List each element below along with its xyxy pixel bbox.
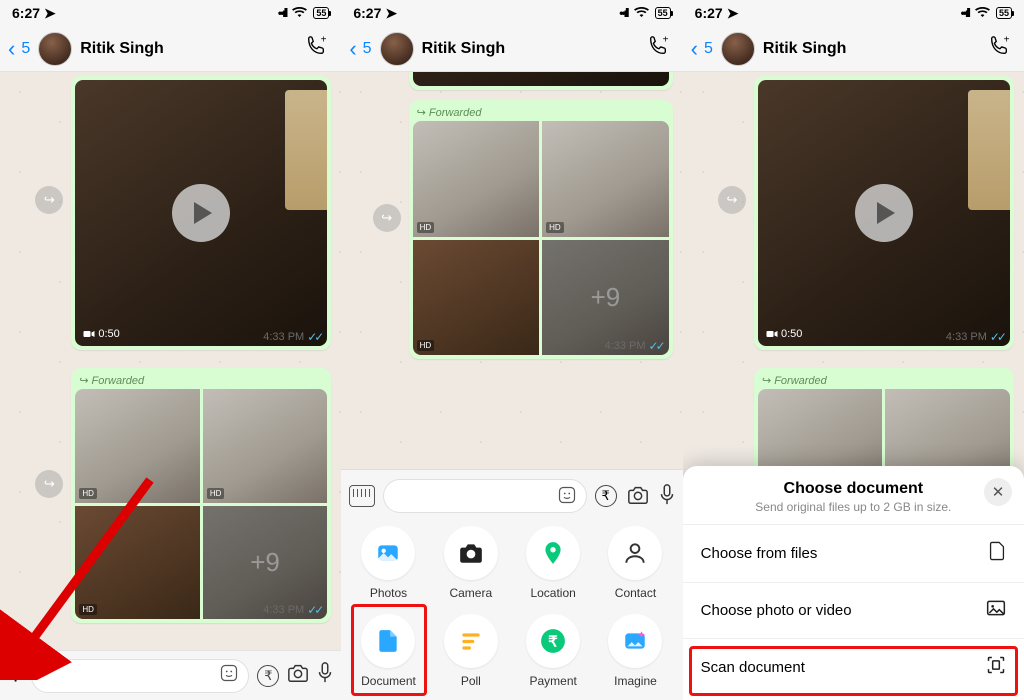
status-bar: 6:27 ➤ ••ıll 55: [341, 0, 682, 26]
rupee-icon[interactable]: ₹: [595, 485, 617, 507]
gallery-thumb[interactable]: HD: [75, 506, 200, 620]
more-count: +9: [203, 506, 328, 620]
battery-icon: 55: [655, 7, 671, 19]
file-icon: [988, 541, 1006, 566]
video-message[interactable]: [409, 72, 673, 90]
video-duration: 0:50: [83, 328, 119, 340]
play-icon[interactable]: [172, 184, 230, 242]
signal-icon: ••ıll: [278, 6, 286, 20]
call-button[interactable]: +: [982, 35, 1016, 62]
video-message[interactable]: 0:50 4:33 PM✓✓ ↪: [754, 76, 1014, 350]
status-bar: 6:27 ➤ ••ıll 55: [0, 0, 341, 26]
chat-header: ‹ 5 Ritik Singh +: [0, 26, 341, 72]
chat-header: ‹ 5 Ritik Singh +: [341, 26, 682, 72]
message-input[interactable]: [31, 659, 249, 693]
battery-icon: 55: [996, 7, 1012, 19]
avatar[interactable]: [38, 32, 72, 66]
avatar[interactable]: [721, 32, 755, 66]
gallery-thumb[interactable]: HD: [203, 389, 328, 503]
svg-text:+: +: [321, 35, 327, 45]
status-time: 6:27: [12, 5, 40, 21]
avatar[interactable]: [380, 32, 414, 66]
battery-icon: 55: [313, 7, 329, 19]
signal-icon: ••ıll: [961, 6, 969, 20]
svg-text:+: +: [1004, 35, 1010, 45]
attach-photos[interactable]: Photos: [347, 526, 429, 600]
close-button[interactable]: ✕: [984, 478, 1012, 506]
camera-icon[interactable]: [627, 485, 649, 508]
attach-imagine[interactable]: Imagine: [594, 614, 676, 688]
svg-text:+: +: [662, 35, 668, 45]
attach-poll[interactable]: Poll: [430, 614, 512, 688]
gallery-message[interactable]: ↪ Forwarded HD HD HD +9 4:33 PM✓✓ ↪: [409, 100, 673, 359]
attach-camera[interactable]: Camera: [430, 526, 512, 600]
back-button[interactable]: ‹: [8, 36, 15, 62]
location-arrow-icon: ➤: [44, 5, 56, 22]
svg-text:₹: ₹: [548, 633, 558, 650]
attach-button[interactable]: +: [8, 660, 23, 691]
screenshot-1: 6:27 ➤ ••ıll 55 ‹ 5 Ritik Singh +: [0, 0, 341, 700]
wifi-icon: [292, 6, 307, 21]
forward-icon[interactable]: ↪: [373, 204, 401, 232]
gallery-icon: [986, 599, 1006, 622]
forward-icon[interactable]: ↪: [718, 186, 746, 214]
play-icon[interactable]: [855, 184, 913, 242]
location-arrow-icon: ➤: [727, 5, 739, 22]
back-count[interactable]: 5: [21, 40, 30, 58]
status-bar: 6:27 ➤ ••ıll 55: [683, 0, 1024, 26]
message-input[interactable]: [383, 479, 586, 513]
gallery-message[interactable]: ↪ Forwarded HD HD HD +9 4:33 PM✓✓ ↪: [71, 368, 331, 623]
input-bar: + ₹: [0, 650, 341, 700]
location-arrow-icon: ➤: [385, 5, 397, 22]
signal-icon: ••ıll: [619, 6, 627, 20]
keyboard-icon[interactable]: [349, 485, 375, 507]
forward-icon[interactable]: ↪: [35, 186, 63, 214]
screenshot-3: 6:27 ➤ ••ıll 55 ‹ 5 Ritik Singh + 0:50 4…: [683, 0, 1024, 700]
gallery-thumb-more[interactable]: +9: [542, 240, 669, 356]
gallery-thumb-more[interactable]: +9: [203, 506, 328, 620]
back-button[interactable]: ‹: [349, 36, 356, 62]
mic-icon[interactable]: [317, 662, 333, 689]
chat-name[interactable]: Ritik Singh: [80, 40, 291, 58]
option-scan-document[interactable]: Scan document: [683, 638, 1024, 700]
message-time: 4:33 PM✓✓: [263, 603, 321, 617]
chat-body[interactable]: 0:50 4:33 PM✓✓ ↪ ↪ Forwarded HD HD HD +9…: [0, 72, 341, 650]
sheet-title: Choose document: [699, 480, 1008, 498]
attach-document[interactable]: Document: [347, 614, 429, 688]
forwarded-label: ↪ Forwarded: [413, 104, 669, 121]
sheet-subtitle: Send original files up to 2 GB in size.: [699, 500, 1008, 514]
rupee-icon[interactable]: ₹: [257, 665, 279, 687]
gallery-thumb[interactable]: HD: [413, 121, 540, 237]
attach-contact[interactable]: Contact: [594, 526, 676, 600]
option-choose-photo-video[interactable]: Choose photo or video: [683, 582, 1024, 638]
attachment-sheet: ₹ Photos Camera Location Contact: [341, 469, 682, 700]
forwarded-label: ↪ Forwarded: [75, 372, 327, 389]
chat-header: ‹ 5 Ritik Singh +: [683, 26, 1024, 72]
call-button[interactable]: +: [299, 35, 333, 62]
wifi-icon: [975, 6, 990, 21]
attach-location[interactable]: Location: [512, 526, 594, 600]
mic-icon[interactable]: [659, 484, 675, 509]
wifi-icon: [634, 6, 649, 21]
option-choose-files[interactable]: Choose from files: [683, 524, 1024, 582]
gallery-thumb[interactable]: HD: [413, 240, 540, 356]
sticker-icon[interactable]: [220, 664, 238, 687]
video-message[interactable]: 0:50 4:33 PM✓✓ ↪: [71, 76, 331, 350]
back-button[interactable]: ‹: [691, 36, 698, 62]
call-button[interactable]: +: [641, 35, 675, 62]
scan-icon: [986, 655, 1006, 680]
document-sheet: Choose document Send original files up t…: [683, 466, 1024, 700]
sticker-icon[interactable]: [558, 486, 576, 507]
camera-icon[interactable]: [287, 663, 309, 688]
attach-payment[interactable]: ₹ Payment: [512, 614, 594, 688]
message-time: 4:33 PM✓✓: [263, 330, 321, 344]
gallery-thumb[interactable]: HD: [75, 389, 200, 503]
gallery-thumb[interactable]: HD: [542, 121, 669, 237]
screenshot-2: 6:27 ➤ ••ıll 55 ‹ 5 Ritik Singh + ↪ Forw…: [341, 0, 682, 700]
